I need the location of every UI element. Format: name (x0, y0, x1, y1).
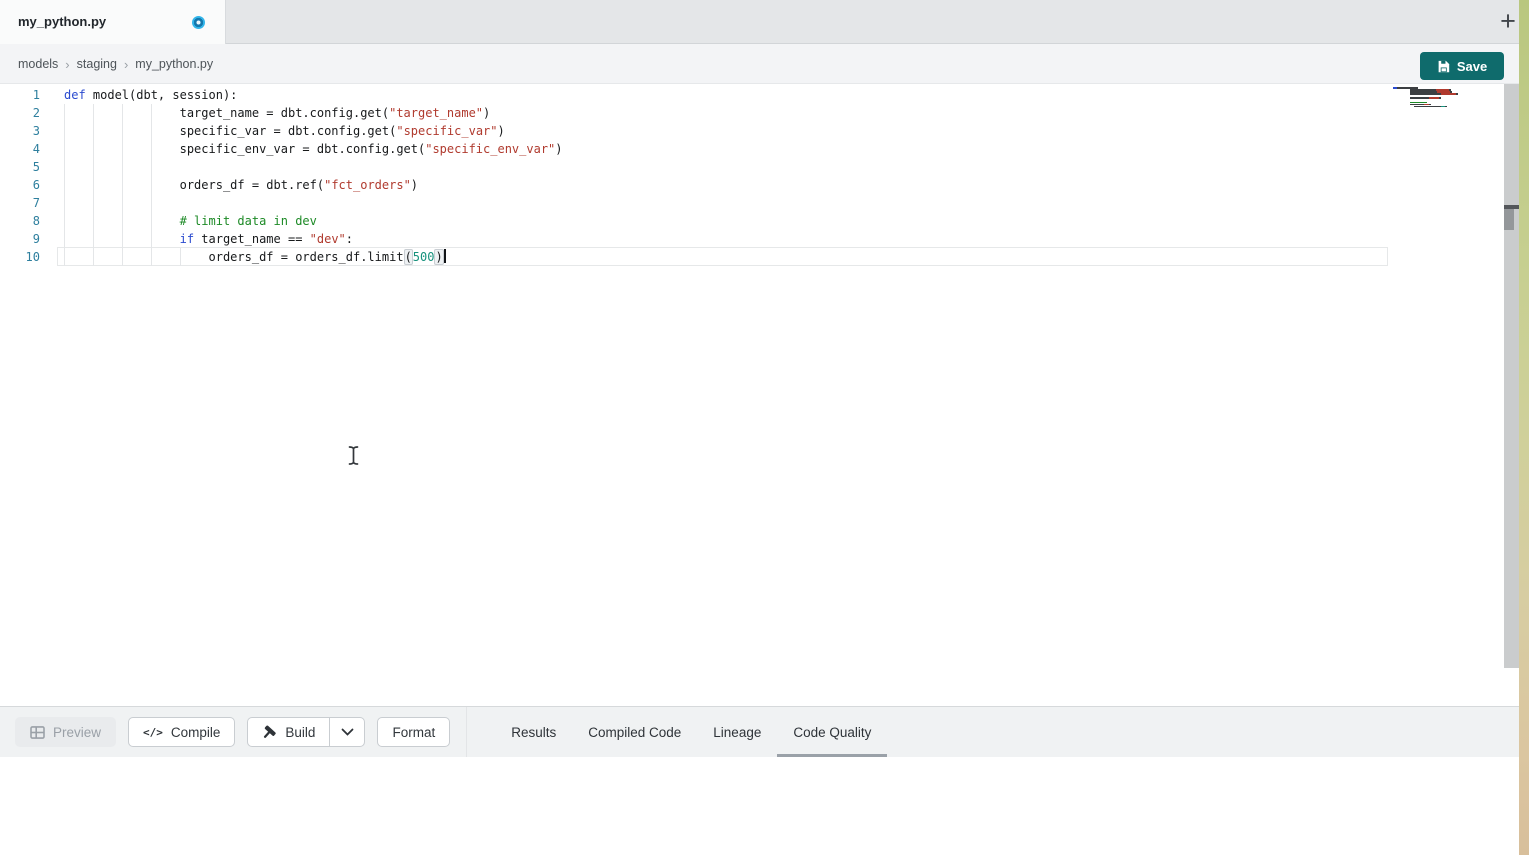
code-line[interactable]: 9 if target_name == "dev": (0, 230, 1519, 248)
chevron-right-icon: › (124, 57, 128, 72)
code-line[interactable]: 5 (0, 158, 1519, 176)
line-number: 1 (0, 86, 40, 104)
tab-results[interactable]: Results (495, 707, 572, 758)
line-number: 8 (0, 212, 40, 230)
line-number: 3 (0, 122, 40, 140)
chevron-right-icon: › (65, 57, 69, 72)
build-split-button: Build (247, 717, 365, 747)
line-number: 2 (0, 104, 40, 122)
chevron-down-icon (341, 728, 354, 736)
save-button-label: Save (1457, 59, 1487, 74)
breadcrumb: models › staging › my_python.py (18, 44, 213, 84)
tab-compiled-code[interactable]: Compiled Code (572, 707, 697, 758)
compile-button[interactable]: </> Compile (128, 717, 235, 747)
vertical-scrollbar[interactable] (1504, 84, 1519, 668)
line-number: 10 (0, 248, 40, 266)
code-line[interactable]: 7 (0, 194, 1519, 212)
code-line[interactable]: 2 target_name = dbt.config.get("target_n… (0, 104, 1519, 122)
bottom-toolbar: Preview </> Compile Build (0, 706, 1519, 757)
text-ibeam-cursor-icon (346, 445, 361, 471)
code-editor[interactable]: 1def model(dbt, session):2 target_name =… (0, 84, 1519, 706)
minimap[interactable] (1393, 87, 1473, 108)
line-number: 5 (0, 158, 40, 176)
breadcrumb-item-file[interactable]: my_python.py (135, 57, 213, 71)
breadcrumb-item-staging[interactable]: staging (77, 57, 117, 71)
line-number: 4 (0, 140, 40, 158)
code-line[interactable]: 10 orders_df = orders_df.limit(500) (0, 248, 1519, 266)
text-cursor (444, 249, 446, 263)
build-button[interactable]: Build (247, 717, 329, 747)
code-icon: </> (143, 726, 163, 739)
save-button[interactable]: Save (1420, 52, 1504, 80)
panel-tabs: Results Compiled Code Lineage Code Quali… (495, 707, 887, 758)
toolbar-divider (466, 707, 467, 758)
tab-my-python[interactable]: my_python.py (0, 0, 226, 44)
table-icon (30, 726, 45, 739)
build-options-dropdown[interactable] (329, 717, 365, 747)
code-line[interactable]: 6 orders_df = dbt.ref("fct_orders") (0, 176, 1519, 194)
tab-title: my_python.py (18, 0, 106, 43)
tab-code-quality[interactable]: Code Quality (777, 707, 887, 758)
line-number: 6 (0, 176, 40, 194)
scrollbar-thumb[interactable] (1504, 209, 1514, 230)
code-line[interactable]: 8 # limit data in dev (0, 212, 1519, 230)
breadcrumb-bar: models › staging › my_python.py (0, 44, 1519, 84)
format-button-label: Format (392, 725, 435, 740)
breadcrumb-item-models[interactable]: models (18, 57, 58, 71)
results-panel (0, 757, 1519, 855)
line-number: 7 (0, 194, 40, 212)
desktop-wallpaper-strip (1519, 0, 1529, 855)
code-line[interactable]: 4 specific_env_var = dbt.config.get("spe… (0, 140, 1519, 158)
hammer-icon (262, 725, 277, 740)
preview-button[interactable]: Preview (15, 717, 116, 747)
code-line[interactable]: 1def model(dbt, session): (0, 86, 1519, 104)
compile-button-label: Compile (171, 725, 221, 740)
format-button[interactable]: Format (377, 717, 450, 747)
tab-lineage[interactable]: Lineage (697, 707, 777, 758)
unsaved-changes-dot-icon (192, 16, 205, 29)
code-lines: 1def model(dbt, session):2 target_name =… (0, 84, 1519, 706)
line-number: 9 (0, 230, 40, 248)
build-button-label: Build (285, 725, 315, 740)
floppy-disk-icon (1437, 60, 1450, 73)
editor-tab-bar: my_python.py + (0, 0, 1519, 44)
dbt-ide-window: my_python.py + models › staging › my_pyt… (0, 0, 1529, 855)
preview-button-label: Preview (53, 725, 101, 740)
code-line[interactable]: 3 specific_var = dbt.config.get("specifi… (0, 122, 1519, 140)
